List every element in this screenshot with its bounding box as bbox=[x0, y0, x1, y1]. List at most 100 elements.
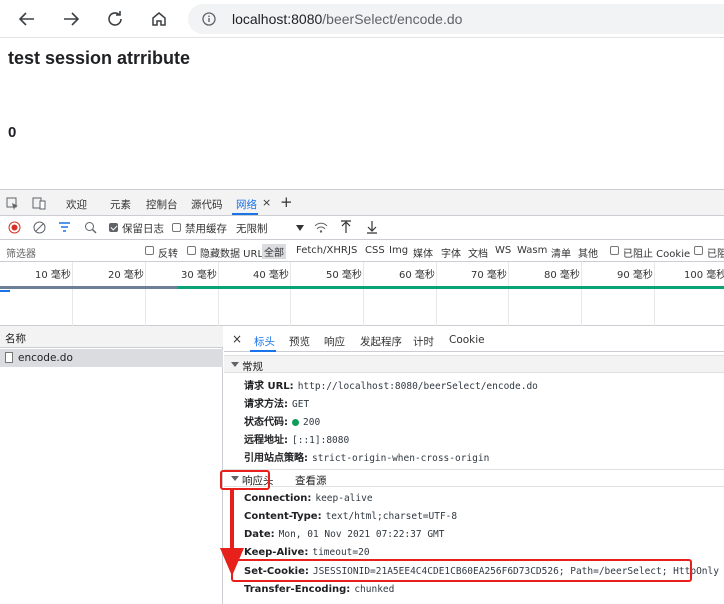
filter-type-all[interactable]: 全部 bbox=[262, 244, 286, 259]
timeline-tick: 80 毫秒 bbox=[544, 270, 580, 281]
filter-type-wasm[interactable]: Wasm bbox=[517, 245, 547, 256]
tab-console[interactable]: 控制台 bbox=[146, 197, 178, 212]
tab-initiator[interactable]: 发起程序 bbox=[360, 334, 402, 349]
filter-input[interactable]: 筛选器 bbox=[6, 245, 36, 260]
tab-network[interactable]: 网络 bbox=[236, 197, 257, 212]
tab-cookie[interactable]: Cookie bbox=[449, 334, 485, 346]
back-button[interactable] bbox=[14, 6, 40, 32]
address-bar[interactable]: localhost:8080/beerSelect/encode.do bbox=[188, 4, 724, 34]
disable-cache-checkbox[interactable] bbox=[172, 223, 181, 232]
details-tab-bar: × 标头 预览 响应 发起程序 计时 Cookie bbox=[224, 326, 724, 352]
timeline-dom-bar bbox=[0, 290, 10, 292]
clear-icon[interactable] bbox=[33, 221, 46, 234]
forward-button[interactable] bbox=[58, 6, 84, 32]
filter-type-fetch-xhr[interactable]: Fetch/XHR bbox=[296, 245, 348, 256]
timeline-tick: 70 毫秒 bbox=[471, 270, 507, 281]
reload-icon bbox=[108, 11, 122, 26]
header-row: 引用站点策略: strict-origin-when-cross-origin bbox=[244, 453, 490, 464]
inspect-element-icon[interactable] bbox=[6, 197, 19, 210]
timeline-tick: 10 毫秒 bbox=[35, 270, 71, 281]
tab-timing[interactable]: 计时 bbox=[413, 334, 434, 349]
tab-response[interactable]: 响应 bbox=[324, 334, 345, 349]
request-list-header[interactable]: 名称 bbox=[0, 326, 223, 348]
filter-type-css[interactable]: CSS bbox=[365, 245, 385, 256]
timeline-waiting-bar bbox=[0, 286, 178, 289]
invert-checkbox[interactable] bbox=[145, 246, 154, 255]
url-host: localhost:8080 bbox=[232, 11, 323, 27]
tab-headers[interactable]: 标头 bbox=[254, 334, 275, 349]
filter-type-ws[interactable]: WS bbox=[495, 245, 511, 256]
filter-type-manifest[interactable]: 清单 bbox=[551, 245, 571, 260]
header-row: Keep-Alive: timeout=20 bbox=[244, 547, 370, 558]
annotation-box-response-headers bbox=[220, 470, 270, 490]
tab-sources[interactable]: 源代码 bbox=[191, 197, 223, 212]
reload-button[interactable] bbox=[102, 6, 128, 32]
tab-close-icon[interactable]: × bbox=[262, 196, 271, 209]
document-icon bbox=[5, 352, 13, 363]
home-icon bbox=[152, 12, 166, 26]
blocked-cookies-label: 已阻止 Cookie bbox=[623, 249, 691, 260]
general-section-title: 常规 bbox=[242, 361, 263, 373]
timeline-tick: 90 毫秒 bbox=[617, 270, 653, 281]
filter-type-js[interactable]: JS bbox=[348, 245, 357, 256]
disable-cache-label: 禁用缓存 bbox=[185, 223, 227, 235]
filter-type-media[interactable]: 媒体 bbox=[413, 245, 433, 260]
home-button[interactable] bbox=[146, 6, 172, 32]
url-text: localhost:8080/beerSelect/encode.do bbox=[232, 11, 462, 27]
devtools-tab-bar: 欢迎 元素 控制台 源代码 网络 × + bbox=[0, 190, 724, 216]
collapse-triangle-icon bbox=[231, 362, 239, 367]
filter-type-font[interactable]: 字体 bbox=[441, 245, 461, 260]
forward-arrow-icon bbox=[64, 12, 80, 26]
tab-preview[interactable]: 预览 bbox=[289, 334, 310, 349]
view-source-link[interactable]: 查看源 bbox=[295, 473, 327, 488]
response-headers-section-header[interactable]: 响应头 查看源 bbox=[224, 469, 724, 487]
request-row[interactable]: encode.do bbox=[0, 349, 223, 367]
back-arrow-icon bbox=[18, 12, 34, 26]
header-row: Transfer-Encoding: chunked bbox=[244, 584, 395, 595]
filter-type-doc[interactable]: 文档 bbox=[468, 245, 488, 260]
timeline-tick: 20 毫秒 bbox=[108, 270, 144, 281]
network-controls: 保留日志 禁用缓存 无限制 bbox=[0, 216, 724, 240]
filter-type-other[interactable]: 其他 bbox=[578, 245, 598, 260]
request-list: 名称 encode.do bbox=[0, 326, 223, 604]
chevron-down-icon[interactable] bbox=[296, 225, 304, 231]
info-icon[interactable] bbox=[202, 12, 216, 26]
record-icon[interactable] bbox=[8, 221, 21, 234]
close-details-icon[interactable]: × bbox=[232, 332, 242, 346]
tab-elements[interactable]: 元素 bbox=[110, 197, 131, 212]
url-path: /beerSelect/encode.do bbox=[322, 11, 463, 27]
header-row: 状态代码: 200 bbox=[244, 417, 321, 428]
search-icon[interactable] bbox=[84, 221, 97, 234]
blocked-cookies-checkbox[interactable] bbox=[610, 246, 619, 255]
filter-type-img[interactable]: Img bbox=[389, 245, 408, 256]
general-section-header[interactable]: 常规 bbox=[224, 355, 724, 373]
tab-welcome[interactable]: 欢迎 bbox=[66, 197, 87, 212]
status-ok-icon bbox=[292, 418, 299, 426]
active-tab-indicator bbox=[232, 213, 258, 215]
add-tab-icon[interactable]: + bbox=[280, 193, 293, 211]
request-name: encode.do bbox=[18, 352, 73, 364]
browser-toolbar: localhost:8080/beerSelect/encode.do bbox=[0, 0, 724, 38]
device-toolbar-icon[interactable] bbox=[32, 196, 46, 210]
blocked-requests-checkbox[interactable] bbox=[694, 246, 703, 255]
filter-bar: 筛选器 反转 隐藏数据 URL 全部 Fetch/XHR JS CSS Img … bbox=[0, 240, 724, 262]
network-conditions-icon[interactable] bbox=[314, 221, 328, 234]
hide-data-urls-checkbox[interactable] bbox=[187, 246, 196, 255]
active-detail-tab-indicator bbox=[250, 350, 276, 352]
network-overview-timeline[interactable]: 10 毫秒 20 毫秒 30 毫秒 40 毫秒 50 毫秒 60 毫秒 70 毫… bbox=[0, 262, 724, 326]
header-row: Connection: keep-alive bbox=[244, 493, 373, 504]
header-row: 请求方法: GET bbox=[244, 399, 310, 410]
hide-data-urls-label: 隐藏数据 URL bbox=[200, 249, 264, 260]
header-row: 请求 URL: http://localhost:8080/beerSelect/… bbox=[244, 381, 538, 392]
column-name-header: 名称 bbox=[5, 333, 26, 345]
header-row: 远程地址: [::1]:8080 bbox=[244, 435, 350, 446]
preserve-log-checkbox[interactable] bbox=[109, 223, 118, 232]
import-har-icon[interactable] bbox=[340, 220, 352, 234]
timeline-tick: 30 毫秒 bbox=[181, 270, 217, 281]
annotation-box-set-cookie bbox=[231, 559, 692, 582]
throttle-select[interactable]: 无限制 bbox=[236, 221, 268, 236]
timeline-download-bar bbox=[178, 286, 724, 289]
timeline-tick: 40 毫秒 bbox=[253, 270, 289, 281]
filter-icon[interactable] bbox=[58, 221, 71, 234]
export-har-icon[interactable] bbox=[366, 220, 378, 234]
